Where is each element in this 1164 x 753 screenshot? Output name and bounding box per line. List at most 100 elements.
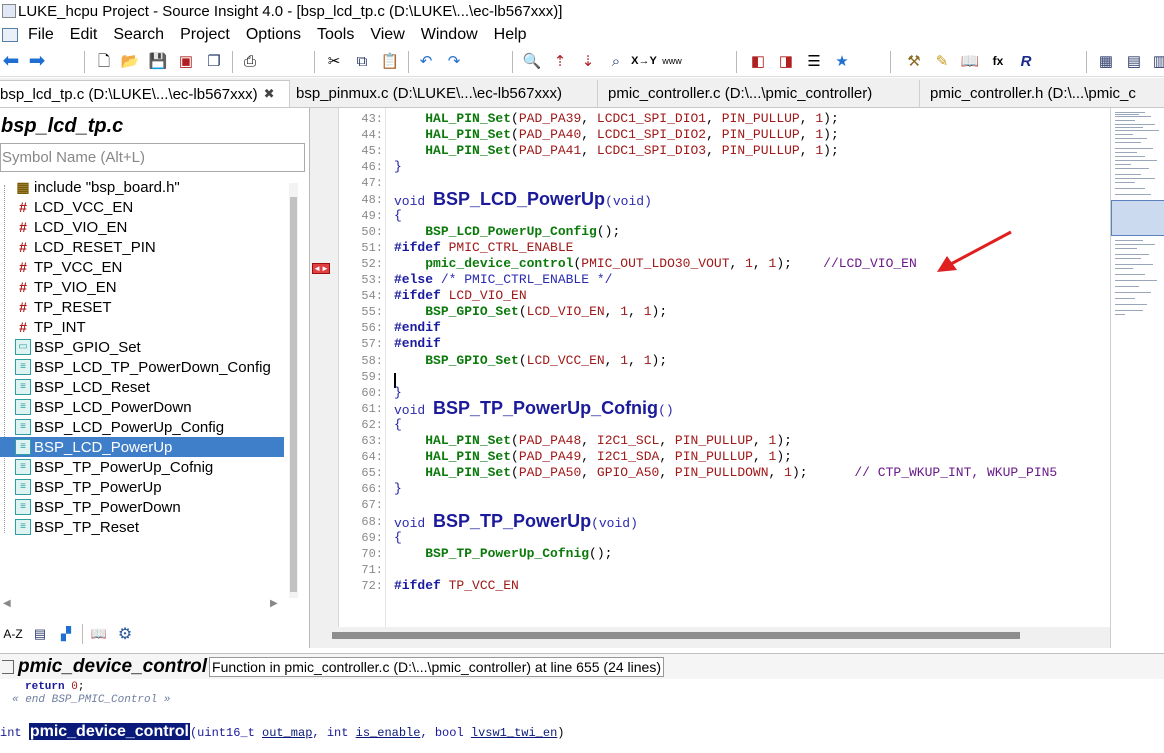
bookmark-marker-icon[interactable]: ◄►: [312, 263, 330, 274]
menu-edit[interactable]: Edit: [62, 26, 106, 44]
document-window-icon[interactable]: [2, 28, 18, 42]
category-icon[interactable]: ▞: [56, 624, 76, 644]
symbol-label: BSP_TP_PowerUp_Cofnig: [34, 458, 214, 476]
menu-help[interactable]: Help: [486, 26, 535, 44]
symbol-search-input[interactable]: Symbol Name (Alt+L): [0, 143, 305, 172]
redo-icon[interactable]: ↷: [444, 51, 464, 71]
menu-file[interactable]: File: [20, 26, 62, 44]
paste-icon[interactable]: 📋: [380, 51, 400, 71]
copy-icon[interactable]: ⧉: [352, 51, 372, 71]
symbol-item[interactable]: # TP_VIO_EN: [0, 277, 284, 297]
menu-tools[interactable]: Tools: [309, 26, 362, 44]
editor-gutter[interactable]: ◄►: [310, 108, 339, 648]
code-token: );: [651, 352, 668, 368]
symbol-list-vertical-scrollbar[interactable]: [289, 183, 298, 598]
overview-minimap[interactable]: [1110, 108, 1164, 648]
menu-window[interactable]: Window: [413, 26, 486, 44]
close-icon[interactable]: ✖: [264, 86, 275, 102]
tab-bsp-lcd-tp[interactable]: bsp_lcd_tp.c (D:\LUKE\...\ec-lb567xxx) ✖: [0, 80, 290, 107]
open-folder-icon[interactable]: 📂: [120, 51, 140, 71]
layout-3-icon[interactable]: ▥: [1150, 51, 1164, 71]
bookmark-prev-icon[interactable]: ◧: [748, 51, 768, 71]
scrollbar-thumb[interactable]: [332, 632, 1020, 639]
scroll-left-icon[interactable]: ◀: [3, 598, 11, 609]
code-token: ,: [799, 111, 816, 126]
symbol-item[interactable]: # LCD_RESET_PIN: [0, 237, 284, 257]
symbol-item[interactable]: ≡ BSP_LCD_TP_PowerDown_Config: [0, 357, 284, 377]
book-icon[interactable]: 📖: [89, 624, 109, 644]
scrollbar-thumb[interactable]: [290, 197, 297, 592]
code-token: BSP_GPIO_Set: [425, 352, 519, 368]
layout-2-icon[interactable]: ▤: [1124, 51, 1144, 71]
tab-label: bsp_pinmux.c (D:\LUKE\...\ec-lb567xxx): [296, 85, 562, 102]
symbol-item[interactable]: ≡ BSP_LCD_Reset: [0, 377, 284, 397]
code-token: TP_VCC_EN: [448, 577, 519, 593]
symbol-item[interactable]: ▦ include "bsp_board.h": [0, 177, 284, 197]
list-view-icon[interactable]: ▤: [30, 624, 50, 644]
symbol-item[interactable]: # TP_INT: [0, 317, 284, 337]
editor-horizontal-scrollbar[interactable]: [310, 627, 1110, 648]
line-number: 54: [339, 289, 383, 303]
cut-icon[interactable]: ✂: [324, 51, 344, 71]
code-token: ,: [706, 111, 722, 126]
find-prev-icon[interactable]: ⇡: [550, 51, 570, 71]
symbol-list-horizontal-scrollbar[interactable]: ◀ ▶: [0, 598, 288, 612]
symbol-item[interactable]: ≡ BSP_LCD_PowerUp: [0, 437, 284, 457]
save-all-icon[interactable]: ▣: [176, 51, 196, 71]
context-window[interactable]: return 0; « end BSP_PMIC_Control » int p…: [0, 679, 1164, 753]
sort-az-icon[interactable]: A-Z: [2, 624, 24, 644]
symbol-item[interactable]: ≡ BSP_TP_Reset: [0, 517, 284, 537]
menu-search[interactable]: Search: [105, 26, 172, 44]
symbol-item[interactable]: # LCD_VIO_EN: [0, 217, 284, 237]
menu-project[interactable]: Project: [172, 26, 238, 44]
symbol-item[interactable]: ≡ BSP_TP_PowerUp: [0, 477, 284, 497]
symbol-item[interactable]: ≡ BSP_TP_PowerUp_Cofnig: [0, 457, 284, 477]
find-icon[interactable]: 🔍: [522, 51, 542, 71]
symbol-item[interactable]: ≡ BSP_TP_PowerDown: [0, 497, 284, 517]
find-next-icon[interactable]: ⇣: [578, 51, 598, 71]
line-number: 67: [339, 498, 383, 512]
symbol-item[interactable]: ≡ BSP_LCD_PowerDown: [0, 397, 284, 417]
tab-pmic-controller-c[interactable]: pmic_controller.c (D:\...\pmic_controlle…: [604, 80, 920, 107]
code-token: );: [823, 143, 839, 159]
code-token: PAD_PA50: [518, 465, 582, 481]
web-search-icon[interactable]: www: [662, 51, 682, 71]
undo-icon[interactable]: ↶: [416, 51, 436, 71]
function-icon[interactable]: fx: [988, 51, 1008, 71]
menu-options[interactable]: Options: [238, 26, 309, 44]
minimap-viewport[interactable]: [1111, 200, 1164, 236]
symbol-item[interactable]: ≡ BSP_LCD_PowerUp_Config: [0, 417, 284, 437]
code-line: BSP_GPIO_Set(LCD_VCC_EN, 1, 1);: [394, 353, 667, 368]
layout-1-icon[interactable]: ▦: [1096, 51, 1116, 71]
tab-pmic-controller-h[interactable]: pmic_controller.h (D:\...\pmic_c: [926, 80, 1164, 107]
bookmark-star-icon[interactable]: ★: [832, 51, 852, 71]
forward-icon[interactable]: ➡: [27, 51, 47, 71]
symbol-item[interactable]: ▭ BSP_GPIO_Set: [0, 337, 284, 357]
lookup-icon[interactable]: ✎: [932, 51, 952, 71]
print-icon[interactable]: ⎙: [240, 51, 260, 71]
bookmark-list-icon[interactable]: ☰: [804, 51, 824, 71]
search-files-icon[interactable]: ⌕: [606, 51, 626, 71]
build-icon[interactable]: ⚒: [904, 51, 924, 71]
reference-book-icon[interactable]: 📖: [960, 51, 980, 71]
tab-bsp-pinmux[interactable]: bsp_pinmux.c (D:\LUKE\...\ec-lb567xxx): [292, 80, 598, 107]
code-token: 1: [643, 352, 652, 368]
new-file-icon[interactable]: 🗋: [94, 51, 114, 71]
symbol-label: BSP_GPIO_Set: [34, 338, 141, 356]
code-token: BSP_TP_PowerUp_Cofnig: [433, 397, 659, 418]
save-icon[interactable]: 💾: [148, 51, 168, 71]
symbol-item[interactable]: # LCD_VCC_EN: [0, 197, 284, 217]
symbol-item[interactable]: # TP_VCC_EN: [0, 257, 284, 277]
replace-icon[interactable]: X→Y: [631, 51, 657, 71]
back-icon[interactable]: ⬅: [1, 51, 21, 71]
symbol-item[interactable]: # TP_RESET: [0, 297, 284, 317]
bookmark-next-icon[interactable]: ◨: [776, 51, 796, 71]
gear-icon[interactable]: ⚙: [115, 624, 135, 644]
code-token: pmic_device_control: [425, 255, 574, 271]
code-editor[interactable]: 43 HAL_PIN_Set(PAD_PA39, LCDC1_SPI_DIO1,…: [339, 108, 1110, 627]
scroll-right-icon[interactable]: ▶: [270, 598, 278, 609]
menu-view[interactable]: View: [362, 26, 412, 44]
close-files-icon[interactable]: ❐: [204, 51, 224, 71]
relation-icon[interactable]: R: [1016, 51, 1036, 71]
